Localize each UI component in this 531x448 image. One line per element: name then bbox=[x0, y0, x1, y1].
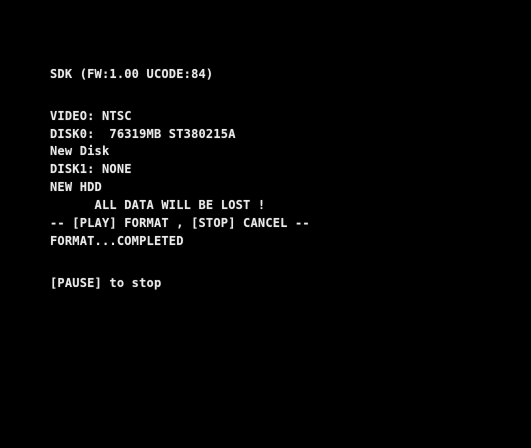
crt-display: SDK (FW:1.00 UCODE:84) VIDEO: NTSC DISK0… bbox=[4, 6, 527, 444]
format-status-line: FORMAT...COMPLETED bbox=[50, 234, 184, 248]
format-cancel-prompt: -- [PLAY] FORMAT , [STOP] CANCEL -- bbox=[50, 216, 310, 230]
disk1-info-line: DISK1: NONE bbox=[50, 162, 132, 176]
new-hdd-line: NEW HDD bbox=[50, 180, 102, 194]
data-loss-warning: ALL DATA WILL BE LOST ! bbox=[50, 198, 266, 212]
pause-hint-line: [PAUSE] to stop bbox=[50, 276, 162, 290]
console-screen: SDK (FW:1.00 UCODE:84) VIDEO: NTSC DISK0… bbox=[0, 0, 531, 448]
firmware-header: SDK (FW:1.00 UCODE:84) bbox=[50, 67, 214, 81]
disk0-info-line: DISK0: 76319MB ST380215A bbox=[50, 127, 236, 141]
new-disk-line: New Disk bbox=[50, 144, 110, 158]
video-mode-line: VIDEO: NTSC bbox=[50, 109, 132, 123]
